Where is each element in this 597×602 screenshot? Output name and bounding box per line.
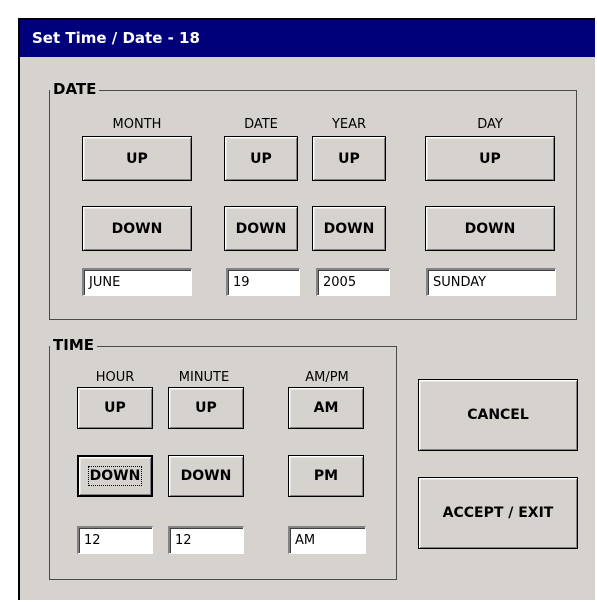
hour-up-button[interactable]: UP xyxy=(77,387,153,429)
accept-exit-button[interactable]: ACCEPT / EXIT xyxy=(418,477,578,549)
month-header: MONTH xyxy=(112,117,162,132)
day-up-button[interactable]: UP xyxy=(425,136,555,181)
hour-header: HOUR xyxy=(95,370,135,385)
day-field[interactable]: SUNDAY xyxy=(426,268,556,296)
minute-up-label: UP xyxy=(195,400,217,416)
cancel-label: CANCEL xyxy=(467,407,529,423)
cancel-button[interactable]: CANCEL xyxy=(418,379,578,451)
hour-up-label: UP xyxy=(104,400,126,416)
month-up-label: UP xyxy=(126,150,148,167)
day-header: DAY xyxy=(477,117,503,132)
month-down-label: DOWN xyxy=(111,220,163,237)
hour-down-button[interactable]: DOWN xyxy=(77,455,153,497)
year-up-label: UP xyxy=(338,150,360,167)
year-down-button[interactable]: DOWN xyxy=(312,206,386,251)
accept-exit-label: ACCEPT / EXIT xyxy=(442,505,554,521)
dialog-client: DATE MONTH DATE YEAR DAY UP UP UP UP DOW… xyxy=(20,57,595,600)
hour-field[interactable]: 12 xyxy=(77,526,153,554)
minute-down-label: DOWN xyxy=(180,468,232,484)
am-button[interactable]: AM xyxy=(288,387,364,429)
month-field[interactable]: JUNE xyxy=(82,268,192,296)
month-down-button[interactable]: DOWN xyxy=(82,206,192,251)
date-field[interactable]: 19 xyxy=(226,268,300,296)
ampm-header: AM/PM xyxy=(305,370,349,385)
time-group-label: TIME xyxy=(50,337,97,353)
year-up-button[interactable]: UP xyxy=(312,136,386,181)
date-header: DATE xyxy=(244,117,278,132)
window-title: Set Time / Date - 18 xyxy=(20,20,595,57)
minute-up-button[interactable]: UP xyxy=(168,387,244,429)
year-header: YEAR xyxy=(331,117,367,132)
date-up-label: UP xyxy=(250,150,272,167)
date-group-label: DATE xyxy=(50,81,100,97)
minute-header: MINUTE xyxy=(178,370,230,385)
minute-down-button[interactable]: DOWN xyxy=(168,455,244,497)
am-label: AM xyxy=(313,400,339,416)
month-up-button[interactable]: UP xyxy=(82,136,192,181)
pm-button[interactable]: PM xyxy=(288,455,364,497)
year-field[interactable]: 2005 xyxy=(316,268,390,296)
ampm-field[interactable]: AM xyxy=(288,526,366,554)
pm-label: PM xyxy=(313,468,339,484)
hour-down-label: DOWN xyxy=(87,466,143,486)
date-down-button[interactable]: DOWN xyxy=(224,206,298,251)
year-down-label: DOWN xyxy=(323,220,375,237)
date-up-button[interactable]: UP xyxy=(224,136,298,181)
date-down-label: DOWN xyxy=(235,220,287,237)
day-down-label: DOWN xyxy=(464,220,516,237)
day-down-button[interactable]: DOWN xyxy=(425,206,555,251)
minute-field[interactable]: 12 xyxy=(168,526,244,554)
day-up-label: UP xyxy=(479,150,501,167)
